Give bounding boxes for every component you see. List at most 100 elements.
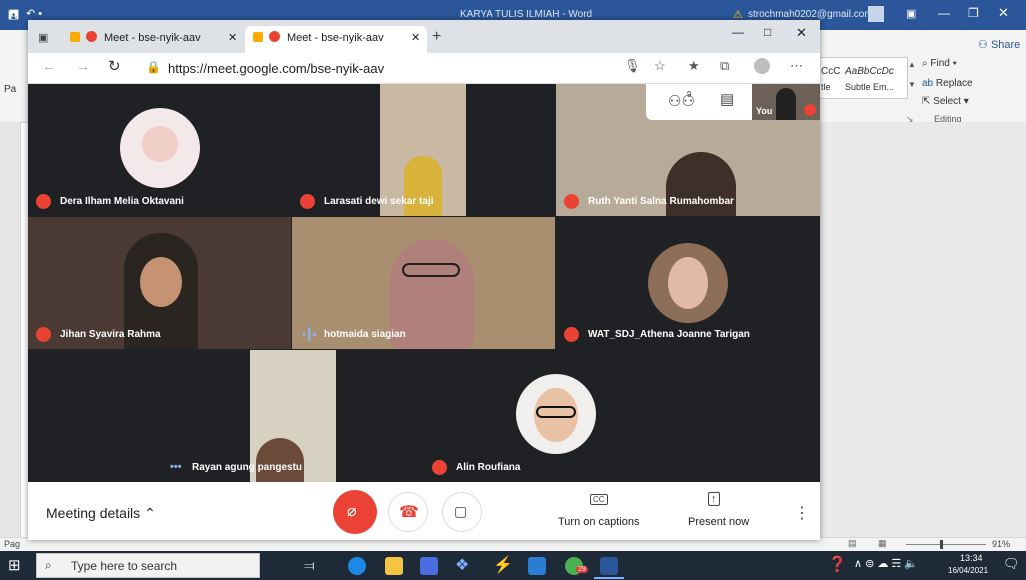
self-label: You [756, 106, 773, 116]
help-icon[interactable]: ❓ [828, 555, 847, 573]
favorite-add-icon[interactable]: ☆ [654, 58, 666, 74]
store-icon[interactable] [420, 557, 438, 575]
forward-icon[interactable]: → [76, 58, 90, 74]
zoom-slider[interactable] [906, 544, 986, 545]
participant-tile[interactable]: •┃• hotmaida siagian [292, 217, 555, 349]
cursor-icon: ⇱ [922, 96, 931, 107]
word-close-button[interactable]: ✕ [998, 5, 1009, 21]
person-shape [776, 88, 796, 120]
windows-start-icon[interactable]: ⊞ [8, 556, 21, 574]
search-icon: ⌕ [922, 58, 928, 69]
participant-tile[interactable]: ••• Rayan agung pangestu [28, 350, 423, 482]
undo-icon[interactable]: ↶ • [26, 7, 42, 20]
action-center-icon[interactable]: 🗨 [1003, 556, 1020, 572]
url-text[interactable]: https://meet.google.com/bse-nyik-aav [168, 61, 384, 76]
participant-name: Larasati dewi sekar taji [324, 196, 434, 207]
glasses-shape [402, 263, 460, 277]
more-options-icon[interactable]: ⋮ [794, 503, 810, 523]
reload-icon[interactable]: ↻ [108, 57, 121, 75]
mic-off-icon: ⌀ [347, 503, 357, 520]
taskbar-search-box[interactable]: ⌕ Type here to search [36, 553, 260, 578]
speaking-icon: •┃• [302, 329, 317, 341]
browser-close-button[interactable]: ✕ [796, 25, 807, 41]
web-layout-icon[interactable]: ▦ [878, 538, 887, 549]
tray-icons[interactable]: ∧ ⊜ ☁ ☴ 🔈 [854, 557, 918, 570]
zoom-level[interactable]: 91% [992, 539, 1010, 549]
word-minimize-button[interactable]: — [938, 6, 950, 20]
file-explorer-icon[interactable] [385, 557, 403, 575]
present-now-button[interactable]: ↑ Present now [678, 492, 756, 534]
recording-icon [86, 31, 97, 42]
mail-icon[interactable] [528, 557, 546, 575]
favorites-icon[interactable]: ★ [688, 58, 700, 74]
participant-tile[interactable]: WAT_SDJ_Athena Joanne Tarigan [556, 217, 820, 349]
participant-name: Ruth Yanti Salna Rumahombar [588, 196, 734, 207]
page-indicator: Pag [4, 539, 21, 549]
chevron-up-icon: ⌃ [144, 505, 156, 521]
save-icon[interactable]: 🖪 [8, 6, 19, 28]
person-icon: ⚇ [978, 39, 988, 51]
face-shape [142, 126, 178, 162]
vertical-ruler [0, 122, 21, 537]
browser-tab-active[interactable]: Meet - bse-nyik-aav ✕ [245, 26, 427, 53]
mic-toggle-button[interactable]: ⌀ [333, 490, 377, 534]
browser-tab[interactable]: Meet - bse-nyik-aav ✕ [62, 26, 244, 53]
mic-muted-icon [564, 327, 579, 342]
close-tab-icon[interactable]: ✕ [228, 31, 237, 44]
captions-button[interactable]: CC Turn on captions [552, 492, 646, 534]
dropbox-icon[interactable]: ❖ [455, 555, 469, 575]
more-options-icon[interactable]: ⋯ [790, 58, 803, 74]
participant-tile[interactable]: Dera Ilham Melia Oktavani [28, 84, 291, 216]
ribbon-display-icon[interactable]: ▣ [906, 7, 916, 20]
meeting-details-button[interactable]: Meeting details ⌃ [46, 505, 156, 522]
lightning-icon[interactable]: ⚡ [493, 555, 513, 575]
participant-name: Alin Roufiana [456, 462, 521, 473]
browser-maximize-button[interactable]: □ [764, 25, 771, 39]
styles-scroll-down[interactable]: ▼ [908, 80, 916, 89]
microphone-icon[interactable]: 🎙 [624, 58, 641, 74]
person-shape [404, 156, 442, 216]
styles-scroll-up[interactable]: ▲ [908, 60, 916, 69]
find-button[interactable]: ⌕ Find ▾ [922, 58, 957, 69]
person-shape [256, 438, 304, 482]
style-preview: CcC [821, 66, 841, 77]
edge-icon[interactable] [348, 557, 366, 575]
browser-minimize-button[interactable]: — [732, 25, 744, 39]
clock-time[interactable]: 13:34 [960, 553, 983, 563]
avatar[interactable] [868, 6, 884, 22]
clock-date[interactable]: 16/04/2021 [948, 566, 988, 575]
word-app-icon[interactable] [600, 557, 618, 575]
participant-tile[interactable]: Larasati dewi sekar taji [292, 84, 555, 216]
replace-button[interactable]: ab Replace [922, 78, 973, 89]
camera-toggle-button[interactable]: ▢ [442, 492, 482, 532]
word-account-email: strochmah0202@gmail.com [748, 9, 873, 20]
search-placeholder: Type here to search [71, 559, 178, 573]
zoom-slider-thumb[interactable] [940, 540, 943, 549]
mic-muted-icon [564, 194, 579, 209]
styles-gallery[interactable]: CcC AaBbCcDc tle Subtle Em... [818, 57, 908, 99]
tab-title: Meet - bse-nyik-aav [104, 32, 201, 44]
profile-avatar[interactable] [754, 58, 770, 74]
window-menu-icon[interactable]: ▣ [38, 31, 48, 44]
participant-name: WAT_SDJ_Athena Joanne Tarigan [588, 329, 750, 340]
back-icon[interactable]: ← [42, 58, 56, 74]
new-tab-button[interactable]: + [432, 28, 441, 46]
chat-icon[interactable]: ▤ [720, 90, 734, 108]
participant-name: hotmaida siagian [324, 329, 406, 340]
task-view-icon[interactable]: ⫤ [304, 557, 315, 574]
collections-icon[interactable]: ⧉ [720, 58, 729, 74]
avatar [648, 243, 728, 323]
avatar [516, 374, 596, 454]
select-button[interactable]: ⇱ Select ▾ [922, 96, 969, 107]
participant-tile[interactable]: Jihan Syavira Rahma [28, 217, 291, 349]
participant-count: 9 [687, 90, 692, 99]
word-restore-button[interactable]: ❐ [968, 6, 979, 20]
participant-tile[interactable]: Alin Roufiana [424, 350, 688, 482]
tab-title: Meet - bse-nyik-aav [287, 32, 384, 44]
share-button[interactable]: ⚇ Share [978, 38, 1020, 51]
close-tab-icon[interactable]: ✕ [411, 31, 420, 44]
self-view-tile[interactable]: You [752, 84, 820, 120]
read-mode-icon[interactable]: ▤ [848, 538, 857, 549]
lock-icon[interactable]: 🔒 [146, 60, 161, 74]
leave-call-button[interactable]: ☎ [388, 492, 428, 532]
